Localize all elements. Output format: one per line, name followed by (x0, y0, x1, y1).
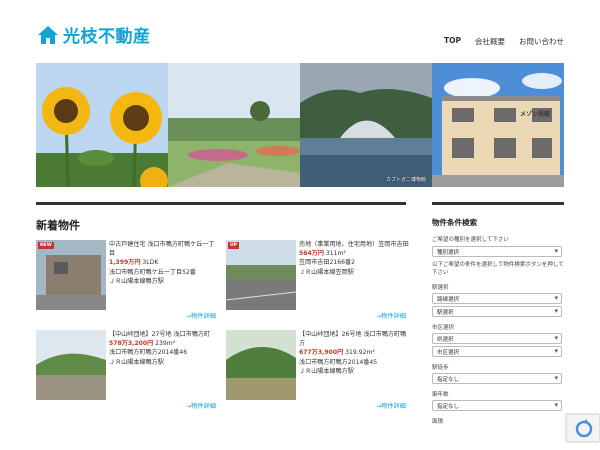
listing-detail-link[interactable]: →物件詳細 (376, 401, 406, 410)
new-badge: NEW (38, 242, 54, 249)
site-logo[interactable]: 光枝不動産 (37, 22, 151, 47)
listing-station: ＪＲ山陽本線笠岡駅 (299, 268, 354, 276)
city-label: 市区選択 (432, 325, 455, 331)
listing-card[interactable]: UP 売地（事業用地、住宅用地）笠岡市吉田 564万円 311m² 笠岡市吉田2… (226, 240, 409, 320)
listing-address: 浅口市鴨方町鴨方2014番46 (109, 349, 188, 357)
age-label: 築年数 (432, 392, 449, 398)
listing-card[interactable]: NEW 中古戸建住宅 浅口市鴨方町鴨ケ丘一丁目 1,399万円 3LDK 浅口市… (36, 240, 216, 320)
listing-title[interactable]: 【中山峠団地】27号地 浅口市鴨方町 (109, 330, 219, 339)
listing-spec: 3LDK (142, 259, 159, 267)
hero-banner: カブトガニ博物館 メゾン光枝 (36, 63, 564, 187)
listing-info: 中古戸建住宅 浅口市鴨方町鴨ケ丘一丁目 1,399万円 3LDK 浅口市鴨方町鴨… (109, 240, 219, 286)
listing-detail-link[interactable]: →物件詳細 (186, 401, 216, 410)
type-instructions: ご希望の種別を選択して下さい (432, 237, 509, 243)
section-divider (36, 202, 406, 205)
listing-address: 浅口市鴨方町鴨方2014番45 (299, 358, 378, 366)
line-select[interactable]: 路線選択 (432, 293, 562, 304)
listing-spec: 239m² (155, 340, 176, 348)
walk-label: 駅徒歩 (432, 365, 449, 371)
listing-photo[interactable] (226, 330, 296, 400)
main-nav: TOP 会社概要 お問い合わせ (444, 36, 564, 47)
sidebar-divider (432, 202, 564, 205)
listing-price: 578万3,200円 (109, 340, 154, 348)
listing-station: ＪＲ山陽本線鴨方駅 (299, 367, 354, 375)
brand-name: 光枝不動産 (63, 27, 151, 47)
condition-instructions: 以下ご希望の条件を選択して物件検索ボタンを押して下さい (432, 262, 564, 276)
listing-photo[interactable] (36, 330, 106, 400)
new-listings-section: 新着物件 (36, 202, 406, 233)
station-label: 駅選択 (432, 285, 449, 291)
hero-park (168, 63, 300, 187)
listing-detail-link[interactable]: →物件詳細 (376, 311, 406, 320)
listing-price: 677万3,900円 (299, 349, 344, 357)
nav-company[interactable]: 会社概要 (475, 36, 505, 47)
recaptcha-badge[interactable] (566, 414, 600, 442)
listing-spec: 311m² (325, 250, 346, 258)
apartment-sign: メゾン光枝 (519, 111, 550, 118)
house-icon (38, 25, 58, 44)
listing-card[interactable]: 【中山峠団地】27号地 浅口市鴨方町 578万3,200円 239m² 浅口市鴨… (36, 330, 216, 410)
type-select[interactable]: 種別選択 (432, 246, 562, 257)
listing-photo[interactable]: NEW (36, 240, 106, 310)
walk-select[interactable]: 指定なし (432, 373, 562, 384)
listing-price: 564万円 (299, 250, 324, 258)
listing-price: 1,399万円 (109, 259, 141, 267)
listing-spec: 319.92m² (345, 349, 375, 357)
search-sidebar: 物件条件検索 ご希望の種別を選択して下さい 種別選択 以下ご希望の条件を選択して… (432, 202, 564, 425)
listing-station: ＪＲ山陽本線鴨方駅 (109, 358, 164, 366)
hero-caption-museum: カブトガニ博物館 (385, 177, 426, 183)
age-select[interactable]: 指定なし (432, 400, 562, 411)
listing-address: 浅口市鴨方町鴨ケ丘一丁目52番 (109, 268, 196, 276)
hero-sunflowers (36, 63, 168, 187)
hero-apartment: メゾン光枝 (432, 63, 564, 187)
listing-detail-link[interactable]: →物件詳細 (186, 311, 216, 320)
nav-top[interactable]: TOP (444, 36, 461, 47)
sidebar-title: 物件条件検索 (432, 218, 477, 227)
listing-station: ＪＲ山陽本線鴨方駅 (109, 277, 164, 285)
listing-address: 笠岡市吉田2166番2 (299, 259, 355, 267)
recaptcha-icon (575, 419, 593, 438)
listing-info: 【中山峠団地】26号地 浅口市鴨方町鴨方 677万3,900円 319.92m²… (299, 330, 409, 376)
listing-info: 【中山峠団地】27号地 浅口市鴨方町 578万3,200円 239m² 浅口市鴨… (109, 330, 219, 367)
listing-info: 売地（事業用地、住宅用地）笠岡市吉田 564万円 311m² 笠岡市吉田2166… (299, 240, 409, 277)
listing-title[interactable]: 売地（事業用地、住宅用地）笠岡市吉田 (299, 240, 409, 249)
area-label: 面積 (432, 419, 444, 425)
nav-contact[interactable]: お問い合わせ (519, 36, 564, 47)
listing-photo[interactable]: UP (226, 240, 296, 310)
listing-title[interactable]: 【中山峠団地】26号地 浅口市鴨方町鴨方 (299, 330, 409, 348)
city-select[interactable]: 市区選択 (432, 346, 562, 357)
listing-card[interactable]: 【中山峠団地】26号地 浅口市鴨方町鴨方 677万3,900円 319.92m²… (226, 330, 406, 410)
listing-title[interactable]: 中古戸建住宅 浅口市鴨方町鴨ケ丘一丁目 (109, 240, 219, 258)
station-select[interactable]: 駅選択 (432, 306, 562, 317)
prefecture-select[interactable]: 県選択 (432, 333, 562, 344)
hero-museum: カブトガニ博物館 (300, 63, 432, 187)
section-title: 新着物件 (36, 219, 80, 232)
up-badge: UP (228, 242, 239, 249)
